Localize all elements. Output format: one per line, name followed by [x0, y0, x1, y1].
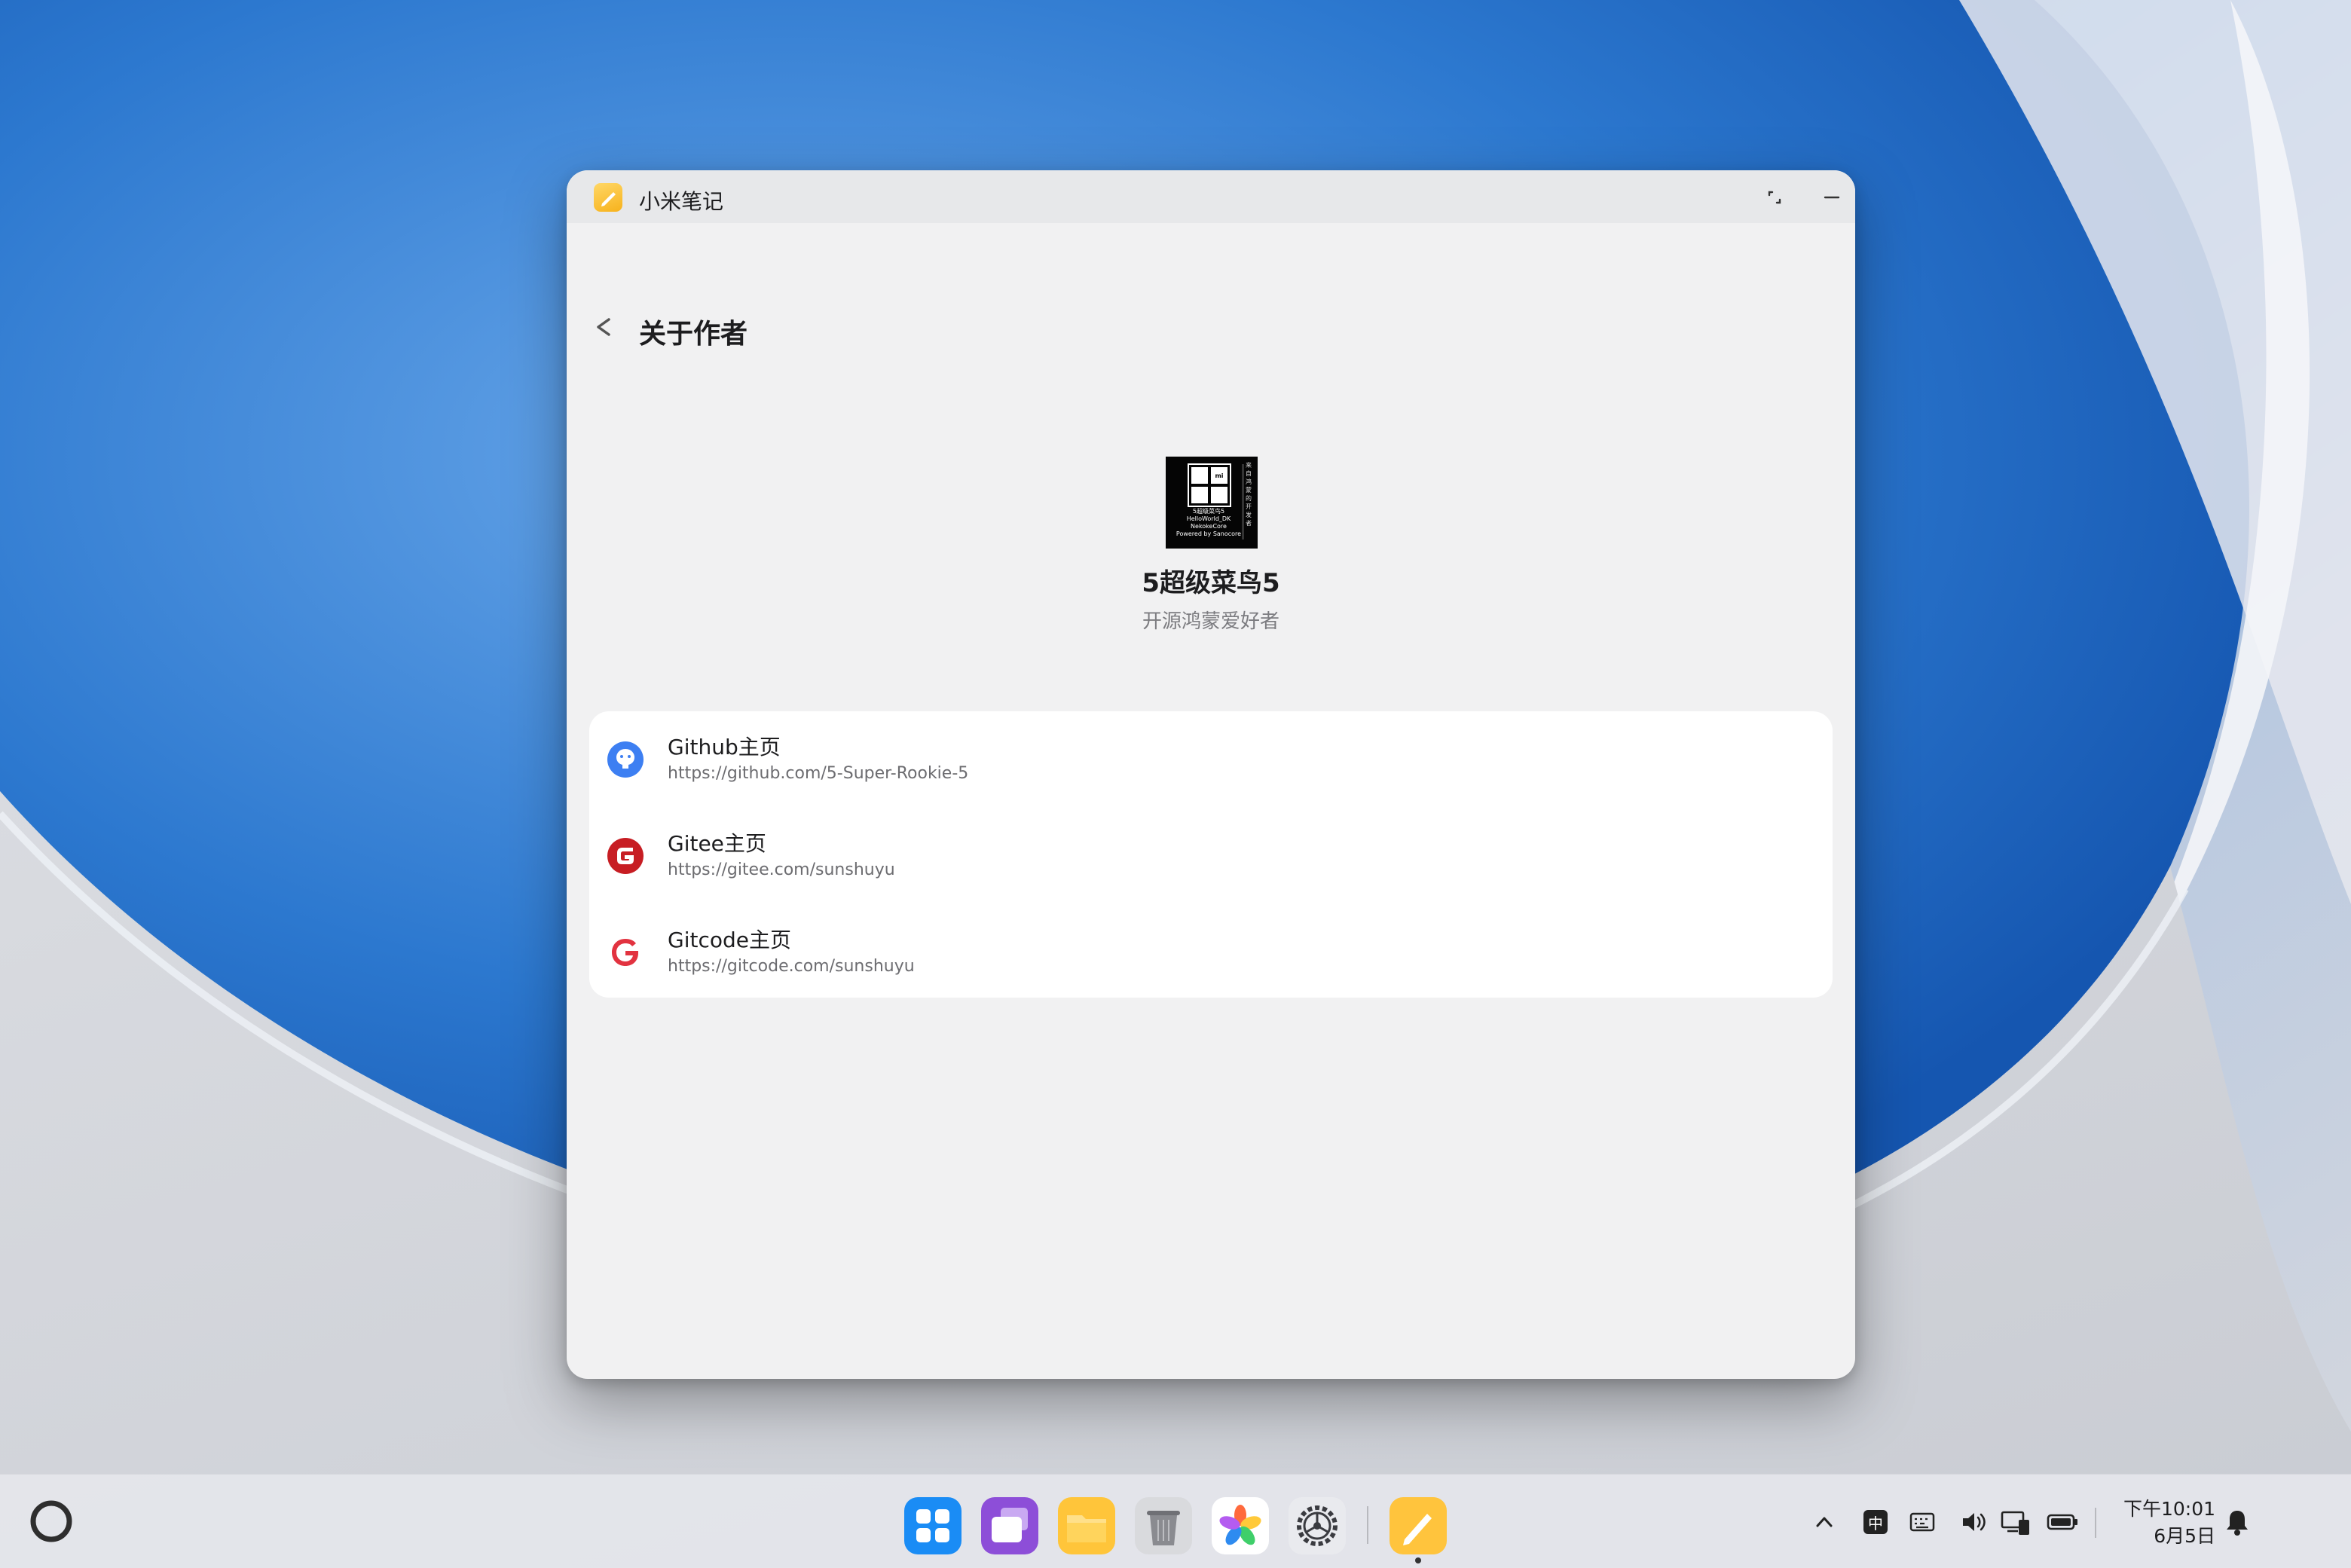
svg-text:mi: mi	[1215, 472, 1223, 479]
volume-icon	[1963, 1513, 1986, 1531]
dock-files[interactable]	[1058, 1497, 1115, 1554]
battery-indicator[interactable]	[2045, 1505, 2080, 1539]
keyboard-icon	[1909, 1512, 1935, 1532]
link-title: Github主页	[668, 735, 781, 760]
link-item-github[interactable]: Github主页 https://github.com/5-Super-Rook…	[589, 711, 1833, 808]
device-connect-icon	[2001, 1511, 2029, 1535]
avatar-line-2: HelloWorld_DK	[1186, 515, 1231, 522]
settings-icon	[1289, 1497, 1346, 1554]
window-titlebar[interactable]: 小米笔记	[567, 170, 1855, 223]
keyboard-button[interactable]	[1905, 1505, 1940, 1539]
files-icon	[1058, 1497, 1115, 1554]
chevron-left-icon	[597, 318, 610, 336]
page-title: 关于作者	[639, 319, 748, 350]
author-name: 5超级菜鸟5	[1142, 568, 1280, 598]
link-url: https://gitee.com/sunshuyu	[668, 860, 895, 879]
input-method-label: 中	[1868, 1515, 1883, 1533]
notes-app-icon	[594, 183, 622, 212]
bell-icon	[2227, 1511, 2248, 1536]
notification-button[interactable]	[2220, 1505, 2255, 1539]
links-card: Github主页 https://github.com/5-Super-Rook…	[589, 711, 1833, 998]
input-method-button[interactable]: 中	[1858, 1505, 1893, 1539]
clock-time[interactable]: 下午10:01	[2110, 1494, 2215, 1521]
avatar-side-text: 来自鸿蒙的开发者	[1246, 462, 1252, 527]
dock-separator	[1367, 1506, 1368, 1544]
author-avatar: mi 5超级菜鸟5 HelloWorld_DK NekokeCore Power…	[1166, 457, 1258, 549]
github-icon	[606, 740, 645, 779]
minimize-window-button[interactable]	[1814, 180, 1849, 215]
link-item-gitcode[interactable]: Gitcode主页 https://gitcode.com/sunshuyu	[589, 904, 1833, 1001]
window-app-title: 小米笔记	[639, 189, 724, 214]
link-url: https://gitcode.com/sunshuyu	[668, 957, 915, 976]
dock-settings[interactable]	[1289, 1497, 1346, 1554]
tray-separator	[2095, 1508, 2096, 1538]
link-url: https://github.com/5-Super-Rookie-5	[668, 764, 969, 783]
dock-gallery[interactable]	[1212, 1497, 1269, 1554]
avatar-line-3: NekokeCore	[1191, 523, 1227, 530]
gallery-icon	[1212, 1497, 1269, 1554]
back-button[interactable]	[583, 297, 625, 357]
notes-icon	[1390, 1497, 1447, 1554]
link-title: Gitcode主页	[668, 928, 791, 952]
avatar-line-1: 5超级菜鸟5	[1192, 508, 1225, 515]
dock-app-center[interactable]	[904, 1497, 961, 1554]
dock-multitask[interactable]	[981, 1497, 1038, 1554]
tray-expand-button[interactable]	[1807, 1505, 1842, 1539]
chevron-up-icon	[1816, 1517, 1833, 1527]
multitask-icon	[981, 1497, 1038, 1554]
dock-trash[interactable]	[1135, 1497, 1192, 1554]
link-title: Gitee主页	[668, 831, 766, 856]
link-item-gitee[interactable]: Gitee主页 https://gitee.com/sunshuyu	[589, 808, 1833, 904]
avatar-line-4: Powered by Sanocore	[1176, 530, 1242, 537]
gitee-icon	[606, 836, 645, 876]
clock-date[interactable]: 6月5日	[2110, 1521, 2215, 1548]
gitcode-icon	[606, 933, 645, 972]
ring-icon	[30, 1500, 72, 1542]
app-center-icon	[904, 1497, 961, 1554]
minimize-icon	[1824, 196, 1840, 199]
volume-button[interactable]	[1956, 1505, 1991, 1539]
trash-icon	[1135, 1497, 1192, 1554]
notes-window: 小米笔记 关于作者 mi 5超级菜鸟5 HelloWorld_DK Nekoke…	[567, 170, 1855, 1379]
taskbar: 中 下午10:01 6月5日	[0, 1474, 2351, 1568]
restore-window-button[interactable]	[1757, 180, 1792, 215]
battery-icon	[2047, 1514, 2077, 1530]
start-button[interactable]	[27, 1497, 75, 1545]
device-connect-button[interactable]	[1998, 1505, 2033, 1539]
notes-running-indicator	[1415, 1557, 1421, 1563]
author-bio: 开源鸿蒙爱好者	[1142, 610, 1279, 633]
dock-notes[interactable]	[1390, 1497, 1447, 1554]
restore-icon	[1768, 191, 1781, 204]
